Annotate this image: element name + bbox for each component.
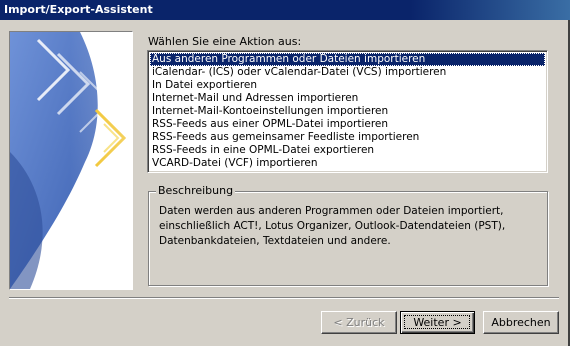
action-list-item[interactable]: RSS-Feeds in eine OPML-Datei exportieren	[150, 144, 545, 157]
import-export-wizard-window: Import/Export-Assistent Wählen Sie eine …	[0, 0, 570, 346]
action-listbox[interactable]: Aus anderen Programmen oder Dateien impo…	[147, 50, 548, 173]
action-list-item[interactable]: RSS-Feeds aus gemeinsamer Feedliste impo…	[150, 131, 545, 144]
back-button-label: < Zurück	[333, 316, 385, 329]
cancel-button[interactable]: Abbrechen	[483, 311, 559, 334]
window-title-bar[interactable]: Import/Export-Assistent	[0, 0, 570, 20]
action-list-item[interactable]: Internet-Mail und Adressen importieren	[150, 92, 545, 105]
cancel-button-label: Abbrechen	[491, 316, 551, 329]
window-title: Import/Export-Assistent	[4, 3, 153, 16]
action-prompt-label: Wählen Sie eine Aktion aus:	[148, 35, 302, 48]
action-list-item[interactable]: Aus anderen Programmen oder Dateien impo…	[150, 53, 545, 66]
description-text: Daten werden aus anderen Programmen oder…	[159, 205, 506, 247]
action-list-item[interactable]: Internet-Mail-Kontoeinstellungen importi…	[150, 105, 545, 118]
next-button[interactable]: Weiter >	[400, 311, 475, 334]
action-list-item[interactable]: iCalendar- (ICS) oder vCalendar-Datei (V…	[150, 66, 545, 79]
import-export-arrows-graphic	[10, 32, 132, 289]
action-list-item[interactable]: In Datei exportieren	[150, 79, 545, 92]
back-button[interactable]: < Zurück	[321, 311, 397, 334]
action-list-item[interactable]: RSS-Feeds aus einer OPML-Datei importier…	[150, 118, 545, 131]
description-groupbox: Beschreibung Daten werden aus anderen Pr…	[148, 184, 548, 286]
wizard-graphic-panel	[9, 31, 133, 290]
description-legend: Beschreibung	[156, 184, 236, 198]
next-button-label: Weiter >	[413, 316, 462, 329]
action-list-item[interactable]: VCARD-Datei (VCF) importieren	[150, 157, 545, 170]
button-separator	[9, 297, 559, 299]
